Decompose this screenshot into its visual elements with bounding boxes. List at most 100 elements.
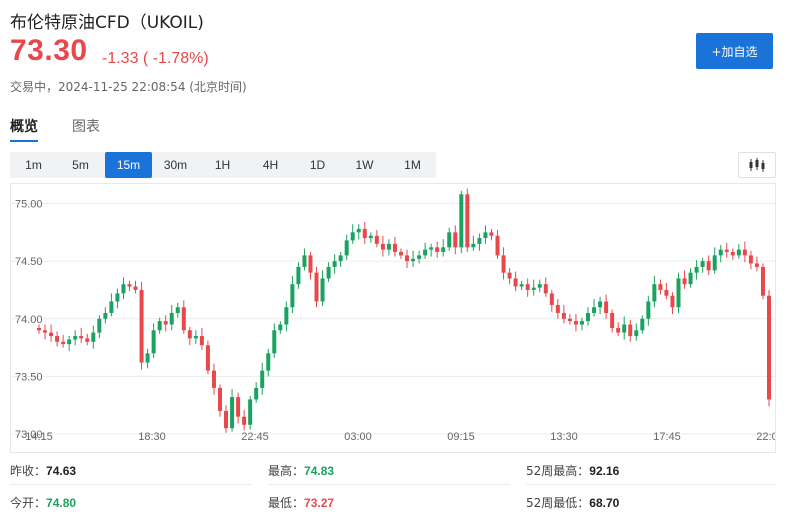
candle-body [531, 287, 536, 290]
divider [10, 484, 252, 485]
candle-body [706, 261, 711, 271]
quote-stats: 昨收：74.63 最高：74.83 52周最高：92.16 今开：74.80 最… [10, 458, 776, 520]
stat-value: 73.27 [304, 496, 335, 510]
interval-4h[interactable]: 4H [247, 152, 294, 178]
candle-body [501, 255, 506, 273]
tab-chart[interactable]: 图表 [72, 116, 100, 136]
x-tick-label: 14:15 [25, 431, 53, 443]
candle-body [513, 278, 518, 287]
candle-body [326, 266, 331, 279]
candle-body [157, 321, 162, 331]
candle-body [230, 397, 235, 429]
candle-body [586, 313, 591, 322]
candle-body [555, 304, 560, 313]
candle-body [718, 249, 723, 256]
candle-body [85, 338, 90, 342]
x-tick-label: 18:30 [138, 431, 166, 443]
candle-body [658, 284, 663, 290]
candle-body [441, 247, 446, 252]
candle-body [417, 255, 422, 259]
interval-1h[interactable]: 1H [199, 152, 246, 178]
stat-label: 最高： [268, 464, 305, 478]
candle-body [127, 284, 132, 287]
candle-body [459, 194, 464, 248]
y-tick-label: 75.00 [15, 199, 43, 211]
stat-label: 52周最低： [526, 496, 590, 510]
interval-selector: 1m 5m 15m 30m 1H 4H 1D 1W 1M [10, 152, 436, 178]
candle-body [37, 327, 41, 331]
candle-body [646, 301, 651, 319]
candle-body [471, 243, 476, 248]
interval-1d[interactable]: 1D [294, 152, 341, 178]
candle-body [115, 293, 120, 302]
candle-body [302, 255, 307, 267]
candle-body [435, 247, 440, 252]
stat-value: 74.63 [46, 464, 77, 478]
x-tick-label: 09:15 [447, 431, 475, 443]
candle-body [260, 370, 265, 388]
candle-body [61, 341, 66, 345]
candle-body [604, 301, 609, 313]
candle-body [760, 266, 765, 296]
candle-body [652, 284, 657, 302]
interval-15m[interactable]: 15m [105, 152, 152, 178]
candle-body [121, 284, 126, 294]
divider [268, 484, 510, 485]
candle-body [175, 307, 180, 313]
candle-body [97, 318, 102, 333]
candle-body [248, 399, 253, 425]
trading-status: 交易中，2024-11-25 22:08:54 (北京时间) [10, 80, 247, 94]
interval-30m[interactable]: 30m [152, 152, 199, 178]
price-chart-panel[interactable]: 75.00 74.50 74.00 73.50 73.00 14:15 18:30 22:45… [10, 183, 778, 453]
candle-body [477, 238, 482, 244]
add-to-watchlist-button[interactable]: +加自选 [696, 33, 773, 69]
candle-body [266, 353, 271, 371]
candle-body [495, 235, 500, 256]
candle-body [344, 240, 349, 256]
candle-body [109, 301, 114, 313]
y-tick-label: 73.50 [15, 371, 43, 383]
candle-body [549, 293, 554, 305]
candle-body [392, 243, 397, 252]
interval-5m[interactable]: 5m [57, 152, 104, 178]
interval-1mo[interactable]: 1M [389, 152, 436, 178]
last-price: 73.30 [10, 34, 88, 67]
candle-body [320, 278, 325, 302]
interval-1m[interactable]: 1m [10, 152, 57, 178]
candle-body [616, 327, 621, 333]
candle-body [67, 339, 72, 345]
candle-body [73, 336, 78, 340]
stat-open: 今开：74.80 [10, 494, 76, 518]
y-tick-label: 74.00 [15, 314, 43, 326]
instrument-title: 布伦特原油CFD（UKOIL) [10, 13, 204, 33]
candle-body [748, 255, 753, 264]
candle-body [169, 313, 174, 325]
chart-type-button[interactable] [738, 152, 776, 178]
candle-body [754, 263, 759, 267]
candle-body [579, 321, 584, 325]
interval-1w[interactable]: 1W [341, 152, 388, 178]
tab-overview[interactable]: 概览 [10, 116, 38, 136]
candle-body [519, 284, 524, 287]
candle-body [465, 194, 470, 248]
active-tab-indicator [10, 140, 38, 142]
stat-52w-low: 52周最低：68.70 [526, 494, 619, 518]
stat-label: 最低： [268, 496, 305, 510]
candle-body [242, 416, 247, 425]
candle-body [688, 272, 693, 285]
candle-body [742, 249, 747, 256]
x-tick-label: 22:45 [241, 431, 269, 443]
candle-body [139, 289, 144, 363]
candle-body [543, 284, 548, 294]
candle-body [79, 336, 84, 339]
candlestick-chart[interactable]: 75.0074.5074.0073.5073.0014:15 18:30 22:45… [11, 184, 778, 452]
candle-body [398, 251, 403, 256]
stat-low: 最低：73.27 [268, 494, 334, 518]
candle-body [429, 247, 434, 250]
x-tick-label: 13:30 [550, 431, 578, 443]
candle-body [254, 387, 259, 400]
candle-body [670, 295, 675, 308]
candle-body [332, 261, 337, 267]
candle-body [682, 278, 687, 285]
candle-body [308, 255, 313, 273]
